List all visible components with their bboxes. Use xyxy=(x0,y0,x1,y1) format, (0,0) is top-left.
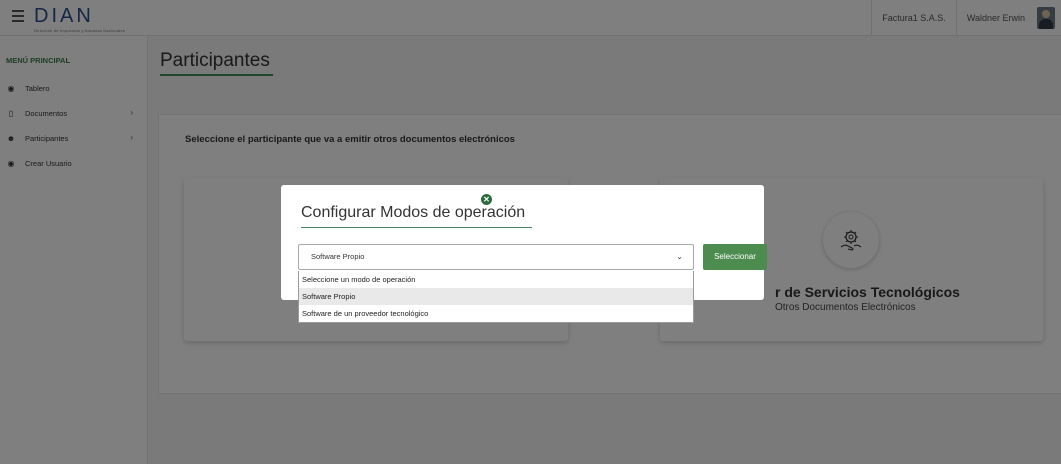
option-item[interactable]: Software de un proveedor tecnológico xyxy=(299,305,693,322)
close-icon[interactable]: ✕ xyxy=(481,194,492,205)
modal-title-underline xyxy=(301,227,532,228)
option-item[interactable]: Seleccione un modo de operación xyxy=(299,271,693,288)
operation-mode-options: Seleccione un modo de operación Software… xyxy=(298,271,694,323)
modal-title: Configurar Modos de operación xyxy=(301,204,526,221)
option-item[interactable]: Software Propio xyxy=(299,288,693,305)
operation-mode-select[interactable]: Software Propio ⌄ xyxy=(298,244,694,270)
seleccionar-button[interactable]: Seleccionar xyxy=(703,244,767,270)
select-value: Software Propio xyxy=(311,252,365,261)
chevron-down-icon: ⌄ xyxy=(676,252,683,261)
